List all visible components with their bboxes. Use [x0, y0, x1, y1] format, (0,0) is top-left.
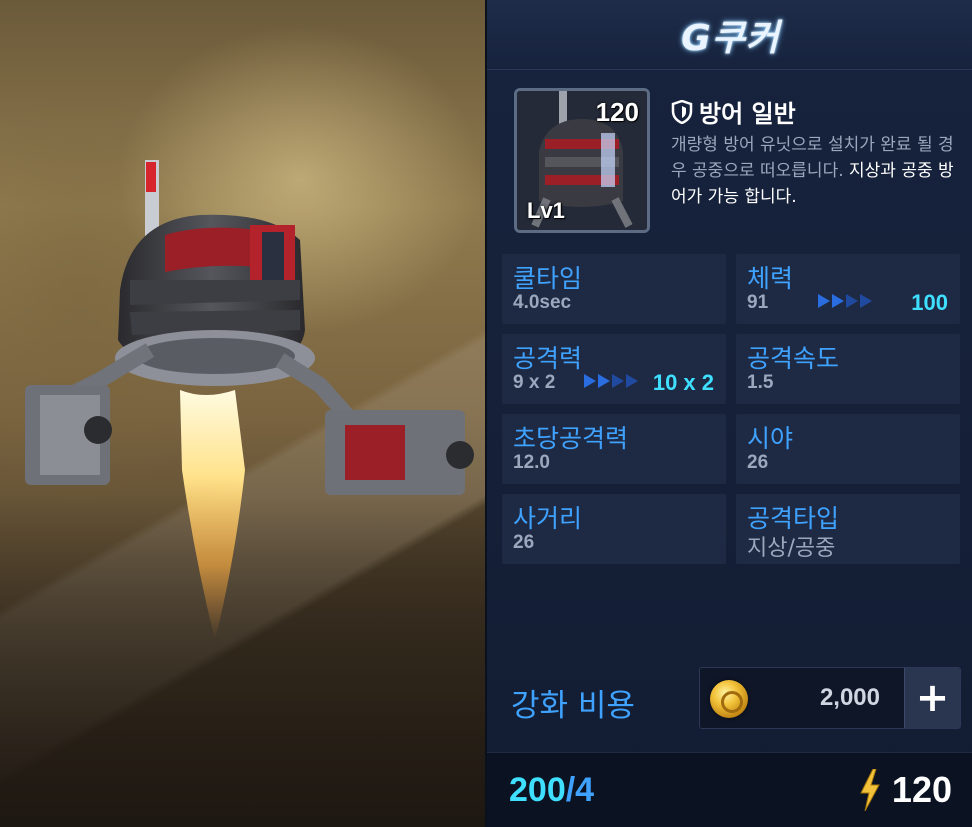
energy-value: 120 [891, 769, 952, 810]
stat-attack: 공격력 9 x 2 10 x 2 [502, 334, 726, 404]
unit-count-max: /4 [565, 771, 595, 809]
stat-value: 9 x 2 [513, 372, 556, 393]
unit-count: 200/4 [509, 771, 594, 810]
stat-value: 26 [747, 452, 769, 473]
stat-name: 사거리 [513, 504, 583, 533]
stat-range: 사거리 26 [502, 494, 726, 564]
lightning-icon [860, 769, 880, 811]
stat-name: 체력 [747, 264, 794, 293]
bottom-status-bar: 200/4 120 [487, 752, 972, 827]
stat-name: 초당공격력 [513, 424, 629, 453]
unit-type-row: 방어 일반 [671, 94, 796, 129]
stat-name: 공격력 [513, 344, 583, 373]
stat-value: 지상/공중 [747, 536, 836, 561]
unit-portrait[interactable]: 120 Lv1 [514, 88, 650, 233]
unit-name: G쿠커 [681, 17, 780, 59]
stat-value: 91 [747, 292, 769, 313]
unit-count-current: 200 [509, 771, 566, 809]
stat-value: 1.5 [747, 372, 774, 393]
arrow-icon [584, 374, 640, 392]
upgrade-cost-value: 2,000 [819, 684, 880, 711]
stat-dps: 초당공격력 12.0 [502, 414, 726, 484]
title-bar: G쿠커 [487, 0, 972, 70]
stat-name: 공격속도 [747, 344, 840, 373]
stat-value: 4.0sec [513, 292, 572, 313]
stat-value: 12.0 [513, 452, 550, 473]
unit-level-number: 120 [595, 97, 639, 127]
stat-attack-speed: 공격속도 1.5 [736, 334, 960, 404]
unit-artwork [0, 0, 485, 827]
stat-sight: 시야 26 [736, 414, 960, 484]
stat-cooldown: 쿨타임 4.0sec [502, 254, 726, 324]
stat-upgrade-value: 10 x 2 [652, 370, 714, 395]
upgrade-plus-button[interactable]: + [904, 668, 960, 728]
unit-info-panel: G쿠커 120 Lv1 방어 일반 개량형 방어 유닛으로 설치가 완료 될 경… [485, 0, 972, 827]
unit-level-label: Lv1 [527, 198, 565, 223]
unit-description: 개량형 방어 유닛으로 설치가 완료 될 경우 공중으로 떠오릅니다. 지상과 … [671, 132, 961, 210]
unit-illustration [25, 160, 474, 640]
plus-icon: + [915, 675, 950, 721]
stat-attack-type: 공격타입 지상/공중 [736, 494, 960, 564]
arrow-icon [818, 294, 874, 312]
stat-name: 시야 [747, 424, 794, 453]
upgrade-cost-box: 2,000 + [699, 667, 961, 729]
stat-upgrade-value: 100 [911, 290, 948, 315]
stat-value: 26 [513, 532, 535, 553]
upgrade-cost-label: 강화 비용 [511, 688, 635, 724]
stat-name: 쿨타임 [513, 264, 583, 293]
energy-display: 120 [858, 769, 952, 811]
coin-icon [710, 680, 748, 718]
unit-type: 방어 일반 [699, 100, 796, 128]
shield-icon [671, 99, 693, 124]
stat-health: 체력 91 100 [736, 254, 960, 324]
